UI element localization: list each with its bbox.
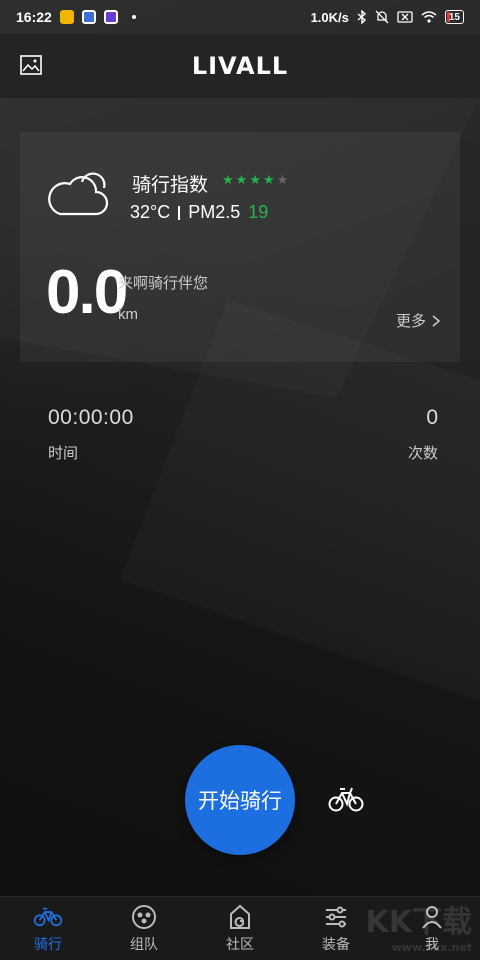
star-filled-icon: ★ (222, 172, 234, 187)
status-time: 16:22 (16, 9, 52, 25)
star-filled-icon: ★ (262, 172, 275, 187)
bluetooth-icon (357, 10, 366, 24)
status-bar: 16:22 1.0K/s 15 (0, 0, 480, 34)
ride-time-label: 时间 (48, 445, 79, 462)
bicycle-icon (33, 907, 63, 926)
temperature: 32°C (130, 202, 171, 222)
nav-item-community[interactable]: 社区 (192, 897, 288, 960)
distance-value: 0.0 (46, 258, 128, 327)
distance-unit: km (118, 306, 138, 323)
more-label: 更多 (395, 313, 426, 330)
sliders-icon (326, 906, 346, 927)
start-ride-label: 开始骑行 (198, 790, 282, 813)
nav-item-ride[interactable]: 骑行 (0, 897, 96, 960)
cloud-icon (48, 172, 109, 216)
more-link[interactable]: 更多 (396, 310, 440, 331)
divider (178, 205, 181, 220)
pm-label: PM2.5 (188, 202, 241, 222)
nav-label: 骑行 (34, 935, 62, 952)
ride-index-label: 骑行指数 (132, 175, 209, 196)
nav-label: 社区 (226, 935, 254, 952)
more-notifications-dot (131, 15, 136, 19)
app-notification-icon (59, 10, 74, 24)
ride-card: 骑行指数 ★ ★ ★ ★ ★ 32°C PM2.5 19 0.0 来啊骑行伴您 … (20, 132, 460, 362)
bicycle-icon[interactable] (328, 784, 364, 814)
start-ride-button[interactable]: 开始骑行 (185, 745, 295, 855)
image-icon[interactable] (20, 54, 42, 76)
mute-bell-icon (375, 10, 389, 24)
ride-count-label: 次数 (407, 445, 438, 462)
star-filled-icon: ★ (249, 172, 261, 187)
nav-label: 装备 (322, 935, 350, 952)
pm-value: 19 (248, 202, 269, 222)
weather-info: 32°C PM2.5 19 (130, 202, 268, 223)
nav-label: 组队 (130, 935, 158, 952)
app-header: LIVALL (0, 34, 480, 98)
ride-time-value: 00:00:00 (48, 406, 134, 429)
slogan: 来啊骑行伴您 (118, 275, 209, 292)
brand-logo: LIVALL (191, 52, 289, 80)
chevron-right-icon (432, 314, 440, 327)
ride-count-value: 0 (426, 406, 438, 429)
nav-item-team[interactable]: 组队 (96, 897, 192, 960)
star-filled-icon: ★ (235, 172, 248, 187)
app-notification-icon (81, 10, 96, 24)
community-icon (230, 904, 250, 929)
no-sim-icon (397, 11, 413, 23)
watermark: KK下载 www.kkx.net (365, 905, 473, 954)
team-icon (132, 904, 156, 929)
wifi-icon (421, 11, 437, 23)
star-empty-icon: ★ (276, 172, 289, 187)
battery-indicator: 15 (444, 10, 464, 24)
ride-index-rating: ★ ★ ★ ★ ★ (222, 172, 288, 188)
app-notification-icon (103, 10, 118, 24)
network-speed: 1.0K/s (310, 9, 349, 25)
